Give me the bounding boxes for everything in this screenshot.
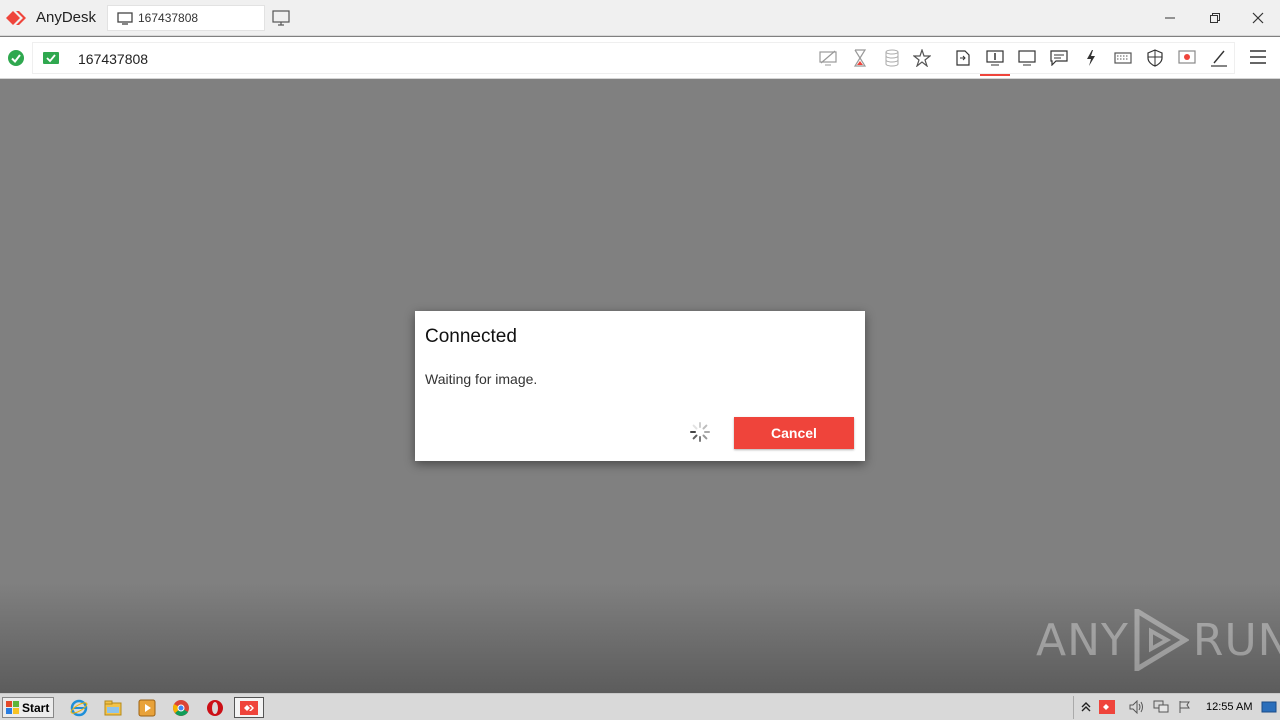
taskbar-explorer[interactable] <box>103 698 123 717</box>
windows-logo-icon <box>6 700 19 714</box>
connection-ok-icon <box>8 50 24 66</box>
network-icon <box>1153 700 1169 713</box>
watermark-right: RUN <box>1192 614 1280 666</box>
anydesk-icon <box>240 700 258 715</box>
database-icon <box>885 49 899 67</box>
file-transfer-icon <box>956 50 970 66</box>
taskbar-ie[interactable] <box>69 698 89 717</box>
new-tab-icon[interactable] <box>272 10 290 26</box>
restore-button[interactable] <box>1193 0 1237 36</box>
dialog-title: Connected <box>425 326 517 347</box>
anydesk-tray-icon <box>1099 700 1115 714</box>
favorite-button[interactable] <box>911 47 933 69</box>
close-button[interactable] <box>1236 0 1280 36</box>
tray-action-center[interactable] <box>1177 699 1193 715</box>
start-label: Start <box>22 700 50 715</box>
hourglass-button[interactable] <box>849 47 871 69</box>
opera-icon <box>207 699 223 716</box>
close-icon <box>1252 12 1264 24</box>
anyrun-watermark: ANY RUN <box>1036 605 1280 675</box>
permissions-shield-icon <box>1147 49 1163 67</box>
taskbar-anydesk[interactable] <box>234 697 264 718</box>
app-name: AnyDesk <box>36 9 97 26</box>
monitor-icon <box>117 12 133 25</box>
start-button[interactable]: Start <box>2 697 54 718</box>
cancel-button[interactable]: Cancel <box>734 417 854 449</box>
taskbar-opera[interactable] <box>205 698 225 717</box>
star-icon <box>913 49 931 67</box>
actions-button[interactable] <box>1080 47 1102 69</box>
keyboard-icon <box>1114 52 1132 64</box>
tray-expand-button[interactable] <box>1078 699 1094 715</box>
tray-volume[interactable] <box>1129 699 1145 715</box>
speaker-icon <box>1129 700 1143 714</box>
watermark-left: ANY <box>1036 614 1129 666</box>
title-bar: AnyDesk 167437808 <box>0 0 1280 36</box>
taskbar-media-player[interactable] <box>137 698 157 717</box>
hide-screen-icon <box>819 50 837 66</box>
play-logo-icon <box>1134 609 1189 671</box>
session-toolbar: 167437808 <box>0 37 1280 79</box>
chat-button[interactable] <box>1048 47 1070 69</box>
monitor-select-button[interactable] <box>980 47 1010 76</box>
clock: 12:55 AM <box>1206 701 1253 713</box>
chevron-up-icon <box>1081 702 1091 712</box>
pen-icon <box>1211 50 1227 67</box>
restore-icon <box>1210 13 1220 23</box>
tab-session[interactable]: 167437808 <box>107 5 265 31</box>
dialog-message: Waiting for image. <box>425 371 538 387</box>
show-desktop-icon <box>1261 701 1277 713</box>
anydesk-logo-icon <box>6 11 26 25</box>
hide-screen-button[interactable] <box>817 47 839 69</box>
taskbar: Start 12:55 AM <box>0 693 1280 720</box>
address-value: 167437808 <box>78 51 149 67</box>
whiteboard-button[interactable] <box>1208 47 1230 69</box>
permissions-button[interactable] <box>1144 47 1166 69</box>
chat-icon <box>1050 50 1068 66</box>
flag-icon <box>1179 701 1190 713</box>
record-button[interactable] <box>1176 47 1198 69</box>
minimize-icon <box>1165 17 1175 19</box>
show-desktop-button[interactable] <box>1261 699 1277 715</box>
verified-icon <box>43 52 59 64</box>
taskbar-chrome[interactable] <box>171 698 191 717</box>
file-explorer-icon <box>104 700 122 715</box>
file-transfer-button[interactable] <box>952 47 974 69</box>
internet-explorer-icon <box>70 699 88 716</box>
loading-spinner-icon <box>690 422 710 442</box>
display-icon <box>1018 50 1036 66</box>
keyboard-button[interactable] <box>1112 47 1134 69</box>
database-button[interactable] <box>881 47 903 69</box>
hamburger-menu-icon[interactable] <box>1248 47 1268 67</box>
hourglass-icon <box>853 49 867 67</box>
minimize-button[interactable] <box>1148 0 1192 36</box>
monitor-1-icon <box>986 50 1004 66</box>
tray-network[interactable] <box>1153 699 1169 715</box>
tray-anydesk[interactable] <box>1099 699 1115 715</box>
lightning-icon <box>1087 50 1095 66</box>
system-tray: 12:55 AM <box>1073 696 1280 719</box>
connection-dialog: Connected Waiting for image. Cancel <box>415 311 865 461</box>
display-settings-button[interactable] <box>1016 47 1038 69</box>
record-icon <box>1178 50 1196 64</box>
tab-label: 167437808 <box>138 11 199 25</box>
chrome-icon <box>173 699 189 716</box>
media-player-icon <box>138 699 156 716</box>
